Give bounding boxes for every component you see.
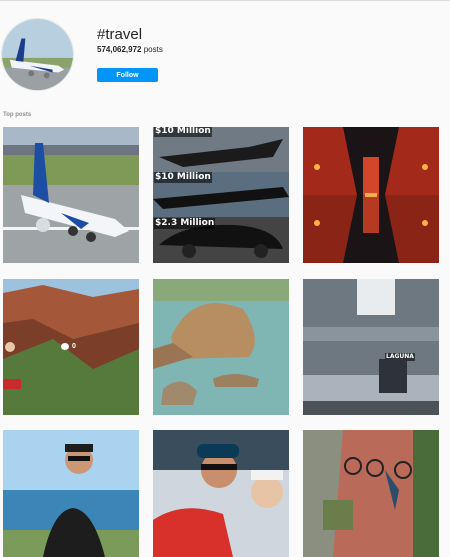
building-sign: LAGUNA bbox=[385, 353, 415, 361]
post-count-number: 574,062,972 bbox=[97, 45, 142, 54]
top-posts-heading: Top posts bbox=[3, 112, 32, 118]
price-label-1: $10 Million bbox=[154, 127, 212, 137]
post-tile-9[interactable] bbox=[303, 430, 439, 557]
post-tile-4[interactable]: 0 bbox=[3, 279, 139, 415]
airplane-photo bbox=[3, 127, 139, 263]
courtyard-bikes-photo bbox=[303, 430, 439, 557]
price-label-3: $2.3 Million bbox=[154, 218, 216, 229]
hashtag-title: #travel bbox=[97, 26, 143, 43]
rocky-beach-photo bbox=[153, 279, 289, 415]
post-tile-5[interactable] bbox=[153, 279, 289, 415]
hashtag-avatar bbox=[1, 18, 74, 91]
post-tile-2[interactable]: $10 Million $10 Million $2.3 Million bbox=[153, 127, 289, 263]
temple-reflection-photo bbox=[303, 127, 439, 263]
man-at-sea-photo bbox=[3, 430, 139, 557]
comment-icon bbox=[61, 343, 69, 350]
post-tile-3[interactable] bbox=[303, 127, 439, 263]
price-label-2: $10 Million bbox=[154, 172, 212, 183]
airplane-avatar-image bbox=[2, 19, 73, 90]
stadium-selfie-photo bbox=[153, 430, 289, 557]
post-tile-7[interactable] bbox=[3, 430, 139, 557]
laguna-building-photo bbox=[303, 279, 439, 415]
post-tile-1[interactable] bbox=[3, 127, 139, 263]
comment-count: 0 bbox=[72, 343, 76, 350]
post-tile-8[interactable] bbox=[153, 430, 289, 557]
post-count: 574,062,972 posts bbox=[97, 45, 163, 54]
post-count-suffix: posts bbox=[143, 45, 163, 54]
follow-button[interactable]: Follow bbox=[97, 68, 158, 82]
post-tile-6[interactable]: LAGUNA bbox=[303, 279, 439, 415]
top-divider bbox=[0, 0, 450, 1]
comment-overlay: 0 bbox=[61, 343, 76, 350]
luxury-vehicles-photo bbox=[153, 127, 289, 263]
